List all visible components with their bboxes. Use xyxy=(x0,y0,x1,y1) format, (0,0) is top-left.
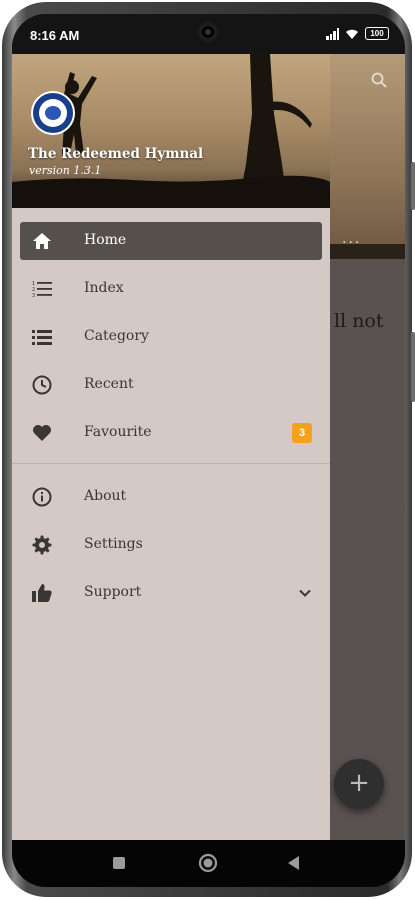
phone-frame: 8:16 AM 100 ... ll not + The Redeemed Hy… xyxy=(2,2,415,897)
wifi-icon xyxy=(346,29,358,39)
menu-item-settings[interactable]: Settings xyxy=(20,526,322,564)
system-nav-bar xyxy=(12,840,405,887)
chevron-down-icon[interactable] xyxy=(298,586,312,600)
info-icon xyxy=(32,487,52,507)
status-bar: 8:16 AM 100 xyxy=(12,14,405,54)
menu-item-label: Settings xyxy=(84,536,143,552)
menu-item-category[interactable]: Category xyxy=(20,318,322,356)
app-body-text: ll not xyxy=(334,310,384,332)
menu-item-about[interactable]: About xyxy=(20,478,322,516)
clock-icon xyxy=(32,375,52,395)
menu-item-label: Support xyxy=(84,584,142,600)
drawer-app-title: The Redeemed Hymnal xyxy=(28,146,204,162)
menu-item-recent[interactable]: Recent xyxy=(20,366,322,404)
menu-item-support[interactable]: Support xyxy=(20,574,322,612)
menu-item-favourite[interactable]: Favourite 3 xyxy=(20,414,322,452)
menu-item-home[interactable]: Home xyxy=(20,222,322,260)
menu-item-label: Recent xyxy=(84,376,134,392)
heart-icon xyxy=(33,425,51,441)
menu-item-label: About xyxy=(84,488,127,504)
menu-item-label: Home xyxy=(84,232,127,248)
gear-icon xyxy=(32,535,52,555)
thumbs-up-icon xyxy=(32,584,52,602)
power-button xyxy=(411,332,415,402)
status-time: 8:16 AM xyxy=(30,28,80,43)
drawer-header: The Redeemed Hymnal version 1.3.1 xyxy=(12,54,330,208)
add-fab-button[interactable]: + xyxy=(334,759,384,809)
signal-icon xyxy=(326,27,339,40)
home-icon xyxy=(33,233,51,249)
drawer-app-version: version 1.3.1 xyxy=(29,164,102,177)
menu-item-index[interactable]: 1 2 3 Index xyxy=(20,270,322,308)
screen: 8:16 AM 100 ... ll not + The Redeemed Hy… xyxy=(12,14,405,887)
menu-divider xyxy=(12,463,330,464)
menu-item-label: Category xyxy=(84,328,149,344)
app-dots: ... xyxy=(342,231,362,247)
navigation-drawer: The Redeemed Hymnal version 1.3.1 Home 1… xyxy=(12,54,330,840)
menu-item-label: Favourite xyxy=(84,424,152,440)
search-icon[interactable] xyxy=(371,72,387,88)
home-circle-icon[interactable] xyxy=(198,853,218,873)
svg-text:3: 3 xyxy=(32,293,35,299)
battery-icon: 100 xyxy=(365,27,389,40)
back-icon[interactable] xyxy=(284,853,304,873)
list-numbered-icon: 1 2 3 xyxy=(32,281,52,299)
menu-item-label: Index xyxy=(84,280,124,296)
front-camera xyxy=(198,22,218,42)
recent-apps-icon[interactable] xyxy=(109,853,129,873)
volume-button xyxy=(411,162,415,210)
list-icon xyxy=(32,330,52,345)
favourite-count-badge: 3 xyxy=(292,423,312,443)
rccg-logo xyxy=(31,91,75,135)
